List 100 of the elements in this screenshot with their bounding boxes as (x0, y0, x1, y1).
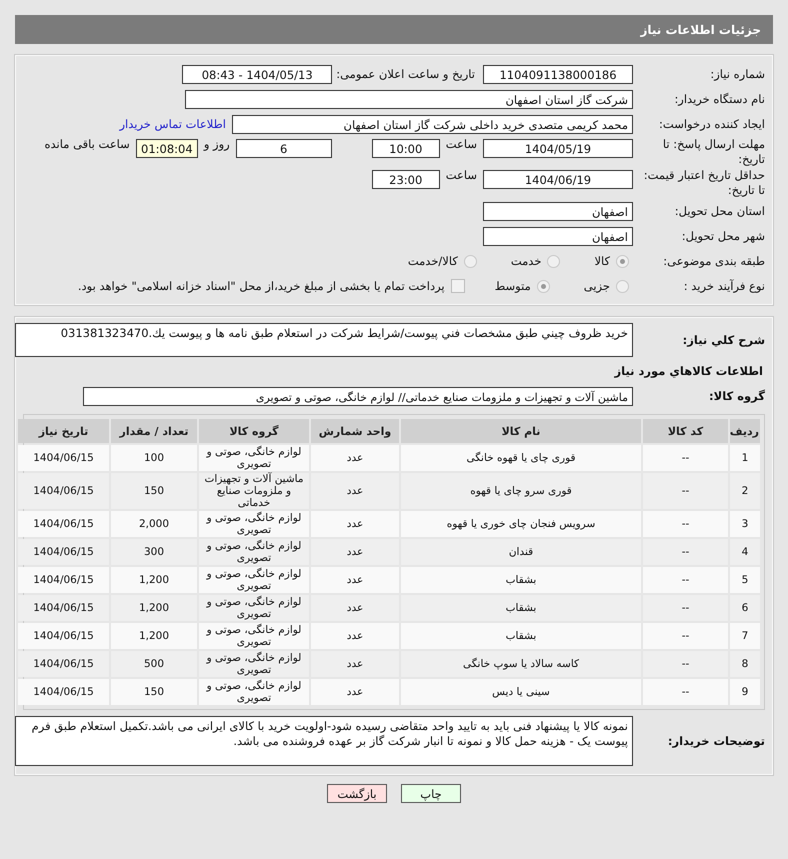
table-cell: 1404/06/15 (18, 445, 109, 471)
field-label: شهر محل تحویل: (680, 229, 766, 243)
table-cell: 1404/06/15 (18, 511, 109, 537)
table-cell: لوازم خانگی، صوتی و تصویری (199, 623, 309, 649)
field-label: نوع فرآیند خرید : (682, 279, 766, 293)
table-cell: 6 (730, 595, 760, 621)
province-field: اصفهان (483, 202, 633, 220)
table-cell: 1,200 (111, 567, 197, 593)
table-cell: عدد (311, 445, 399, 471)
column-header: ردیف (730, 419, 760, 443)
table-cell: قوری چای یا قهوه خانگی (401, 445, 641, 471)
validity-time-field: 23:00 (372, 170, 440, 189)
table-cell: بشقاب (401, 567, 641, 593)
print-button[interactable]: چاپ (401, 784, 461, 803)
field-label: استان محل تحویل: (674, 204, 766, 218)
radio-button[interactable] (547, 254, 560, 268)
table-cell: قوری سرو چای یا قهوه (401, 473, 641, 509)
column-header: واحد شمارش (311, 419, 399, 443)
back-button[interactable]: بازگشت (327, 784, 387, 803)
table-cell: 300 (111, 539, 197, 565)
table-cell: -- (643, 679, 728, 705)
field-label: مهلت ارسال پاسخ: تا تاریخ: (662, 137, 766, 167)
table-cell: قندان (401, 539, 641, 565)
table-cell: 2 (730, 473, 760, 509)
contact-link[interactable]: اطلاعات تماس خریدار (119, 117, 226, 131)
announce-date-field: 1404/05/13 - 08:43 (182, 64, 332, 84)
table-cell: 4 (730, 539, 760, 565)
table-cell: 1404/06/15 (18, 473, 109, 509)
field-label: نام دستگاه خریدار: (673, 92, 766, 106)
table-cell: 1404/06/15 (18, 539, 109, 565)
radio-button[interactable] (616, 280, 629, 292)
radio-button[interactable] (616, 254, 629, 268)
table-cell: 1 (730, 445, 760, 471)
table-cell: 9 (730, 679, 760, 705)
table-cell: عدد (311, 623, 399, 649)
table-cell: ماشین آلات و تجهیزات و ملزومات صنایع خدماتی (199, 473, 309, 509)
table-cell: عدد (311, 511, 399, 537)
table-cell: 1404/06/15 (18, 651, 109, 677)
checkbox-label: پرداخت تمام یا بخشی از مبلغ خرید،از محل "اسناد خزانه اسلامی" خواهد بود. (78, 279, 445, 293)
need-number-field: 1104091138000186 (483, 64, 633, 84)
table-cell: 1404/06/15 (18, 623, 109, 649)
days-field: 6 (236, 139, 332, 158)
section-title: اطلاعات كالاهاي مورد نياز (613, 363, 764, 380)
table-cell: -- (643, 539, 728, 565)
table-cell: لوازم خانگی، صوتی و تصویری (199, 511, 309, 537)
radio-button[interactable] (464, 254, 477, 268)
table-cell: -- (643, 567, 728, 593)
table-cell: لوازم خانگی، صوتی و تصویری (199, 595, 309, 621)
deadline-date-field: 1404/05/19 (483, 139, 633, 158)
table-cell: سینی یا دیس (401, 679, 641, 705)
table-cell: لوازم خانگی، صوتی و تصویری (199, 445, 309, 471)
field-label: شماره نیاز: (709, 67, 766, 81)
radio-button[interactable] (536, 280, 550, 292)
table-cell: 1404/06/15 (18, 679, 109, 705)
field-label: گروه کالا: (708, 389, 766, 403)
table-cell: 100 (111, 445, 197, 471)
table-cell: 150 (111, 679, 197, 705)
table-cell: -- (643, 445, 728, 471)
page-title: جزئیات اطلاعات نیاز (640, 22, 761, 36)
radio-label: کالا (594, 254, 610, 268)
table-cell: لوازم خانگی، صوتی و تصویری (199, 679, 309, 705)
table-cell: 1,200 (111, 595, 197, 621)
table-cell: -- (643, 651, 728, 677)
table-cell: لوازم خانگی، صوتی و تصویری (199, 567, 309, 593)
field-label: طبقه بندی موضوعی: (662, 254, 766, 268)
days-label: روز و (204, 137, 230, 151)
table-cell: کاسه سالاد یا سوپ خانگی (401, 651, 641, 677)
creator-field: محمد کریمی متصدی خرید داخلی شرکت گاز استان اصفهان (232, 114, 633, 134)
goods-group-field: ماشین آلات و تجهیزات و ملزومات صنایع خدماتی// لوازم خانگی، صوتی و تصویری (83, 386, 633, 406)
remaining-time-field: 01:08:04 (136, 139, 198, 158)
table-cell: سرویس فنجان چای خوری یا قهوه (401, 511, 641, 537)
time-label: ساعت (446, 137, 477, 151)
table-cell: 1404/06/15 (18, 595, 109, 621)
remaining-label: ساعت باقی مانده (44, 137, 130, 151)
time-label: ساعت (446, 168, 477, 182)
radio-label: خدمت (510, 254, 542, 268)
field-label: شرح کلي نياز: (682, 333, 766, 347)
radio-label: جزیی (584, 279, 610, 293)
table-cell: عدد (311, 651, 399, 677)
column-header: تعداد / مقدار (111, 419, 197, 443)
table-cell: 500 (111, 651, 197, 677)
table-cell: 5 (730, 567, 760, 593)
field-label: ایجاد کننده درخواست: (658, 117, 766, 131)
table-cell: -- (643, 623, 728, 649)
table-cell: 8 (730, 651, 760, 677)
radio-label: کالا/خدمت (408, 254, 458, 268)
table-cell: عدد (311, 473, 399, 509)
column-header: تاریخ نیاز (18, 419, 109, 443)
field-label: توضیحات خریدار: (666, 734, 766, 748)
table-cell: -- (643, 595, 728, 621)
radio-label: متوسط (494, 279, 531, 293)
buyer-notes-field: نمونه کالا یا پیشنهاد فنی باید به تایید واحد متقاضی رسیده شود-اولویت خرید با کالای ایرانی می باشد.تکمیل استعلام طبق فرم پیوست یک - هزینه حمل کالا و نمونه تا انبار شرکت گاز بر عهده فروشنده می باشد. (15, 716, 633, 766)
column-header: نام کالا (401, 419, 641, 443)
field-label: حداقل تاریخ اعتبار قیمت: تا تاریخ: (642, 168, 766, 198)
table-cell: بشقاب (401, 595, 641, 621)
table-cell: عدد (311, 539, 399, 565)
table-cell: 1404/06/15 (18, 567, 109, 593)
validity-date-field: 1404/06/19 (483, 170, 633, 189)
checkbox[interactable] (450, 279, 465, 293)
table-cell: 7 (730, 623, 760, 649)
